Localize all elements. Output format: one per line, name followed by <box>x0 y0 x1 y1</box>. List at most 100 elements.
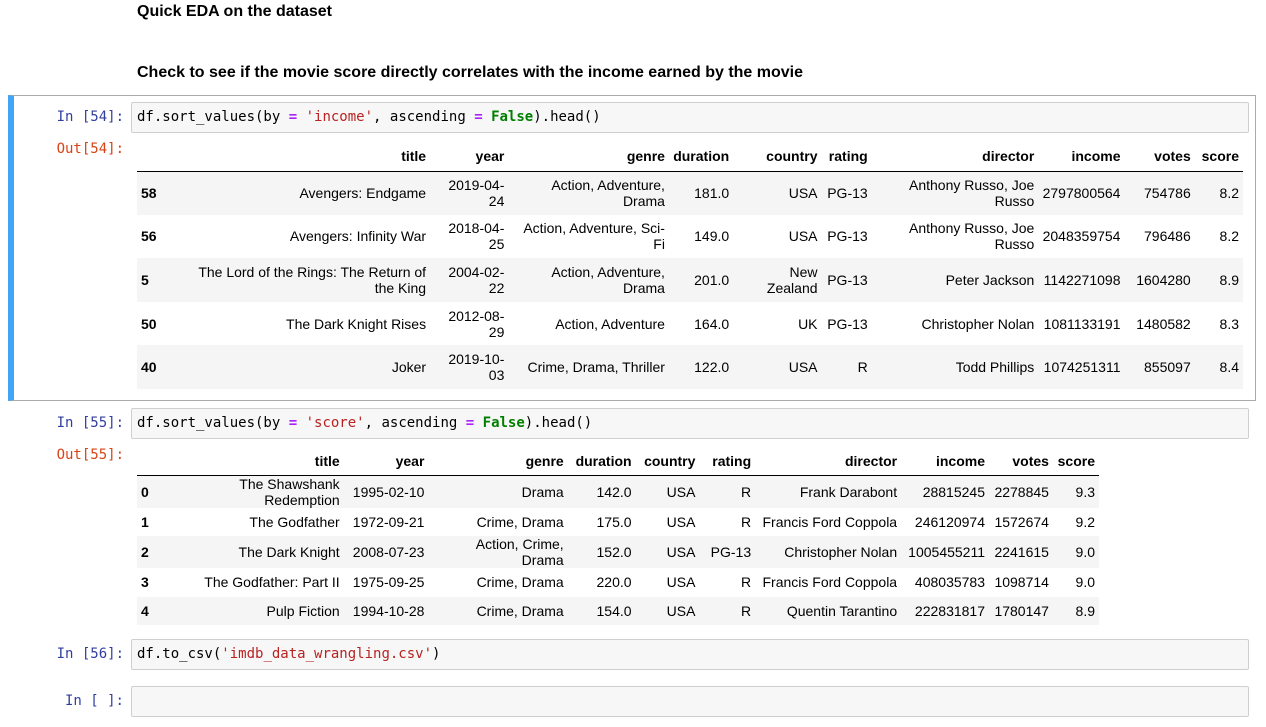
table-cell: 8.2 <box>1219 185 1239 202</box>
table-cell: 181.0 <box>694 185 730 202</box>
table-cell: 408035783 <box>914 574 985 591</box>
table-cell: Action, Adventure, Drama <box>551 263 665 296</box>
table-cell: USA <box>666 602 696 619</box>
table-cell: 175.0 <box>596 513 632 530</box>
table-row: 56 Avengers: Infinity War 2018-04-25 Action… <box>137 215 1243 259</box>
code-input-56[interactable]: df.to_csv('imdb_data_wrangling.csv') <box>131 639 1249 670</box>
table-cell: PG-13 <box>827 315 868 332</box>
table-cell: Anthony Russo, Joe Russo <box>909 220 1035 253</box>
table-cell: 152.0 <box>596 544 632 561</box>
out-prompt-55: Out[55]: <box>56 447 124 463</box>
table-cell: USA <box>788 185 818 202</box>
table-cell: 8.2 <box>1219 228 1239 245</box>
table-row: 50 The Dark Knight Rises 2012-08-29 Action,… <box>137 302 1243 346</box>
column-header: score <box>1194 142 1243 172</box>
column-header: genre <box>428 448 568 476</box>
column-header <box>137 448 161 476</box>
table-cell: Pulp Fiction <box>266 602 340 619</box>
column-header: year <box>430 142 509 172</box>
row-index: 58 <box>141 185 157 202</box>
column-header: title <box>173 142 431 172</box>
table-cell: 1098714 <box>994 574 1049 591</box>
table-cell: 1005455211 <box>908 544 985 561</box>
table-cell: Action, Crime, Drama <box>475 536 564 569</box>
table-cell: The Godfather <box>249 513 340 530</box>
column-header: votes <box>989 448 1053 476</box>
table-cell: 1972-09-21 <box>352 513 425 530</box>
table-cell: 2008-07-23 <box>352 544 425 561</box>
table-cell: Drama <box>521 483 564 500</box>
table-header-row: title year genre duration country rating direc… <box>137 448 1099 476</box>
table-cell: 1780147 <box>994 602 1049 619</box>
table-cell: Quentin Tarantino <box>786 602 898 619</box>
table-cell: Action, Adventure <box>555 315 665 332</box>
table-cell: 1572674 <box>994 513 1049 530</box>
table-row: 4 Pulp Fiction 1994-10-28 Crime, Drama 154.0… <box>137 596 1099 626</box>
table-cell: 201.0 <box>694 271 730 288</box>
column-header: year <box>343 448 429 476</box>
table-cell: 2048359754 <box>1042 228 1121 245</box>
table-cell: 220.0 <box>596 574 632 591</box>
row-index: 5 <box>141 271 149 288</box>
table-cell: Crime, Drama <box>476 602 564 619</box>
table-cell: 142.0 <box>596 483 632 500</box>
table-cell: Anthony Russo, Joe Russo <box>909 177 1035 210</box>
table-cell: 9.0 <box>1075 544 1095 561</box>
table-cell: Christopher Nolan <box>921 315 1035 332</box>
table-cell: 149.0 <box>694 228 730 245</box>
table-row: 1 The Godfather 1972-09-21 Crime, Drama 175.… <box>137 508 1099 537</box>
table-cell: 9.3 <box>1075 483 1095 500</box>
column-header: income <box>901 448 989 476</box>
column-header: duration <box>567 448 636 476</box>
table-cell: Crime, Drama <box>476 574 564 591</box>
table-cell: Francis Ford Coppola <box>762 574 898 591</box>
table-cell: 222831817 <box>914 602 985 619</box>
table-cell: PG-13 <box>827 271 868 288</box>
table-cell: 1081133191 <box>1043 315 1121 332</box>
table-cell: USA <box>666 513 696 530</box>
table-row: 40 Joker 2019-10-03 Crime, Drama, Thriller 1… <box>137 345 1243 389</box>
table-cell: USA <box>788 359 818 376</box>
code-input-empty[interactable] <box>131 686 1249 717</box>
table-cell: The Shawshank Redemption <box>239 475 340 508</box>
column-header: income <box>1038 142 1125 172</box>
table-cell: USA <box>666 574 696 591</box>
table-cell: Avengers: Infinity War <box>289 228 427 245</box>
table-cell: 2278845 <box>994 483 1049 500</box>
table-cell: USA <box>666 483 696 500</box>
table-cell: 855097 <box>1144 359 1191 376</box>
table-cell: 9.0 <box>1075 574 1095 591</box>
table-cell: 1074251311 <box>1043 359 1121 376</box>
row-index: 1 <box>141 513 149 530</box>
code-input-54[interactable]: df.sort_values(by = 'income', ascending … <box>131 102 1249 133</box>
table-cell: 2018-04-25 <box>448 220 505 253</box>
table-row: 58 Avengers: Endgame 2019-04-24 Action, Adv… <box>137 171 1243 215</box>
table-cell: UK <box>798 315 818 332</box>
column-header: director <box>755 448 902 476</box>
dataframe-output-54: title year genre duration country rating direc… <box>137 142 1243 389</box>
table-cell: 1995-02-10 <box>352 483 425 500</box>
table-cell: The Dark Knight <box>238 544 340 561</box>
table-cell: 8.9 <box>1219 271 1239 288</box>
table-cell: Action, Adventure, Drama <box>551 177 665 210</box>
table-cell: Francis Ford Coppola <box>762 513 898 530</box>
table-cell: USA <box>666 544 696 561</box>
table-cell: R <box>857 359 868 376</box>
table-cell: Todd Phillips <box>955 359 1035 376</box>
table-cell: R <box>741 602 752 619</box>
table-cell: 1142271098 <box>1043 271 1121 288</box>
column-header: director <box>871 142 1039 172</box>
table-cell: R <box>741 574 752 591</box>
table-cell: New Zealand <box>766 263 818 296</box>
table-cell: 2004-02-22 <box>448 263 505 296</box>
table-cell: 8.9 <box>1075 602 1095 619</box>
code-input-55[interactable]: df.sort_values(by = 'score', ascending =… <box>131 408 1249 439</box>
table-cell: 1480582 <box>1136 315 1191 332</box>
column-header: country <box>733 142 822 172</box>
table-cell: The Lord of the Rings: The Return of the… <box>198 263 427 296</box>
table-row: 3 The Godfather: Part II 1975-09-25 Crime, … <box>137 568 1099 597</box>
dataframe-output-55: title year genre duration country rating direc… <box>137 448 1099 626</box>
row-index: 4 <box>141 602 149 619</box>
row-index: 40 <box>141 359 157 376</box>
column-header: rating <box>699 448 756 476</box>
